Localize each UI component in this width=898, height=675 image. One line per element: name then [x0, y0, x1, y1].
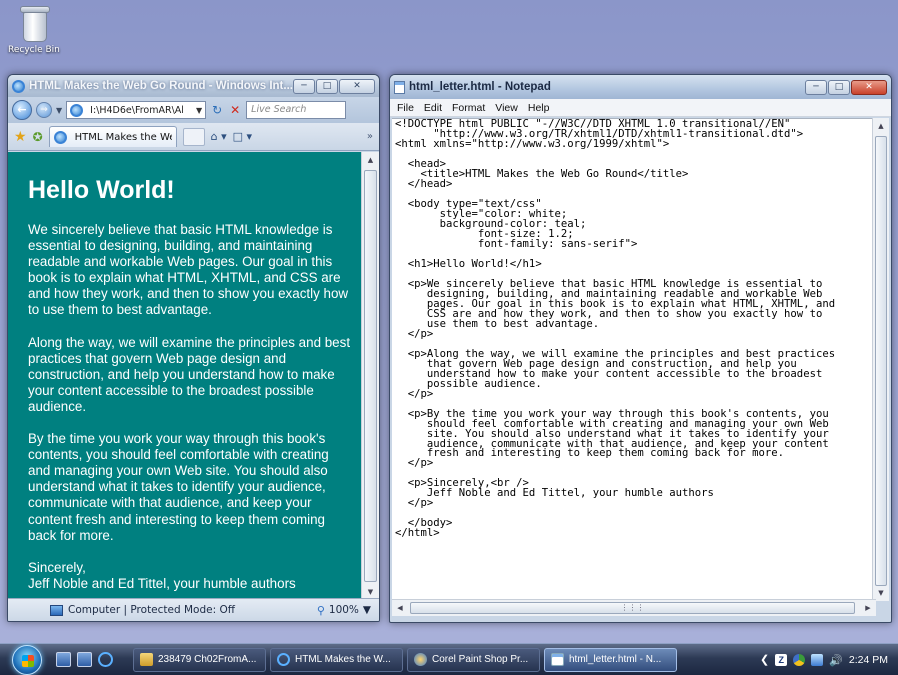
menu-edit[interactable]: Edit [424, 102, 442, 114]
scroll-thumb[interactable] [875, 136, 887, 586]
notepad-window: html_letter.html - Notepad ─ □ ✕ File Ed… [389, 74, 892, 623]
page-paragraph: By the time you work your way through th… [28, 431, 329, 543]
taskbar-button-label: HTML Makes the W... [295, 654, 391, 665]
close-button[interactable]: ✕ [851, 79, 887, 95]
notepad-text-area[interactable]: <!DOCTYPE html PUBLIC "-//W3C//DTD XHTML… [392, 118, 876, 601]
taskbar-buttons: 238479 Ch02FromA... HTML Makes the W... … [133, 647, 677, 672]
menu-view[interactable]: View [495, 102, 518, 114]
start-button[interactable] [12, 644, 42, 675]
tab-page-icon [53, 130, 67, 144]
zoom-level: 100% [328, 604, 359, 616]
scroll-right-icon[interactable]: ▶ [860, 600, 876, 616]
notepad-document-text[interactable]: <!DOCTYPE html PUBLIC "-//W3C//DTD XHTML… [392, 119, 876, 539]
notepad-icon [394, 80, 405, 94]
recycle-bin-icon [18, 4, 52, 44]
notepad-window-title: html_letter.html - Notepad [409, 81, 551, 93]
recycle-bin-label: Recycle Bin [8, 45, 60, 55]
zoom-dropdown-icon[interactable]: ▼ [363, 604, 371, 616]
taskbar: 238479 Ch02FromA... HTML Makes the W... … [0, 643, 898, 675]
scroll-left-icon[interactable]: ◀ [392, 600, 408, 616]
signoff-line: Sincerely, [28, 559, 86, 575]
taskbar-button-label: Corel Paint Shop Pr... [432, 654, 529, 665]
page-icon [70, 103, 84, 117]
show-hidden-icons-icon[interactable]: ❮ [760, 653, 769, 666]
notepad-vertical-scrollbar[interactable]: ▲ ▼ [872, 118, 889, 601]
ie-window-title: HTML Makes the Web Go Round - Windows In… [29, 80, 293, 92]
zoom-control[interactable]: ⚲ 100% ▼ [317, 604, 371, 617]
maximize-button[interactable]: □ [316, 78, 338, 94]
clock[interactable]: 2:24 PM [849, 654, 888, 666]
page-heading: Hello World! [28, 176, 175, 204]
system-tray: ❮ Z 🔊 2:24 PM [760, 653, 898, 667]
menu-format[interactable]: Format [452, 102, 485, 114]
more-commands-chevron-icon[interactable]: » [367, 131, 373, 142]
computer-icon [50, 604, 63, 616]
ie-quick-launch-icon[interactable] [98, 652, 113, 667]
taskbar-button-label: 238479 Ch02FromA... [158, 654, 257, 665]
search-input[interactable]: Live Search [246, 101, 347, 119]
zoom-icon: ⚲ [316, 603, 325, 617]
minimize-button[interactable]: ─ [805, 79, 827, 95]
notepad-horizontal-scrollbar[interactable]: ◀ ⋮⋮⋮ ▶ [392, 599, 876, 616]
ie-titlebar[interactable]: HTML Makes the Web Go Round - Windows In… [8, 75, 379, 97]
scroll-thumb[interactable] [364, 170, 377, 582]
forward-button[interactable]: → [36, 102, 52, 118]
taskbar-button-ie[interactable]: HTML Makes the W... [270, 647, 403, 672]
web-page-content: Hello World! We sincerely believe that b… [8, 152, 363, 600]
new-tab-button[interactable] [182, 127, 205, 146]
tab-current-page[interactable]: HTML Makes the Web G... [48, 126, 177, 147]
messenger-tray-icon[interactable] [793, 653, 806, 666]
signoff-authors: Jeff Noble and Ed Tittel, your humble au… [28, 575, 296, 591]
home-icon[interactable]: ⌂ ▾ [211, 130, 227, 143]
back-button[interactable]: ← [12, 100, 32, 120]
maximize-button[interactable]: □ [828, 79, 850, 95]
security-zone-status[interactable]: Computer | Protected Mode: Off [68, 604, 235, 616]
menu-help[interactable]: Help [528, 102, 550, 114]
horizontal-scroll-thumb[interactable]: ⋮⋮⋮ [410, 602, 855, 614]
ie-vertical-scrollbar[interactable]: ▲ ▼ [361, 152, 379, 600]
taskbar-button-notepad[interactable]: html_letter.html - N... [544, 647, 677, 672]
menu-file[interactable]: File [397, 102, 414, 114]
ie-address-toolbar: ← → ▼ I:\H4D6e\FromAR\Al ▼ ↻ ✕ Live Sear… [8, 97, 379, 123]
ie-icon [277, 653, 290, 666]
favorites-star-icon[interactable]: ★ [14, 129, 27, 145]
address-dropdown-icon[interactable]: ▼ [196, 106, 202, 115]
taskbar-button-label: html_letter.html - N... [569, 654, 662, 665]
page-signoff: Sincerely, Jeff Noble and Ed Tittel, you… [28, 560, 351, 592]
notepad-icon [551, 653, 564, 666]
close-button[interactable]: ✕ [339, 78, 375, 94]
folder-icon [140, 653, 153, 666]
paint-shop-icon [414, 653, 427, 666]
scroll-up-icon[interactable]: ▲ [362, 152, 379, 168]
z-tray-icon[interactable]: Z [775, 653, 788, 666]
feeds-icon[interactable]: □ ▾ [233, 130, 252, 143]
taskbar-button-explorer[interactable]: 238479 Ch02FromA... [133, 647, 266, 672]
recent-pages-dropdown-icon[interactable]: ▼ [56, 106, 62, 115]
notepad-menubar: File Edit Format View Help [390, 99, 891, 117]
ie-tab-toolbar: ★ ✪ HTML Makes the Web G... ⌂ ▾ □ ▾ » [8, 123, 379, 151]
address-bar[interactable]: I:\H4D6e\FromAR\Al ▼ [66, 101, 207, 119]
page-paragraph: We sincerely believe that basic HTML kno… [28, 222, 349, 318]
tab-title: HTML Makes the Web G... [74, 131, 172, 143]
address-input[interactable]: I:\H4D6e\FromAR\Al [90, 105, 193, 116]
volume-icon[interactable]: 🔊 [829, 654, 843, 667]
network-icon[interactable] [811, 653, 824, 666]
recycle-bin[interactable]: Recycle Bin [8, 4, 68, 55]
minimize-button[interactable]: ─ [293, 78, 315, 94]
quick-launch [56, 652, 113, 667]
refresh-icon[interactable]: ↻ [210, 103, 224, 117]
page-paragraph: Along the way, we will examine the princ… [28, 334, 351, 414]
notepad-titlebar[interactable]: html_letter.html - Notepad ─ □ ✕ [390, 75, 891, 99]
switch-windows-icon[interactable] [77, 652, 92, 667]
scroll-up-icon[interactable]: ▲ [873, 118, 889, 134]
taskbar-button-paint-shop[interactable]: Corel Paint Shop Pr... [407, 647, 540, 672]
add-favorites-icon[interactable]: ✪ [33, 130, 43, 144]
windows-logo-icon [22, 654, 34, 667]
ie-window: HTML Makes the Web Go Round - Windows In… [7, 74, 380, 622]
ie-icon [12, 79, 25, 93]
stop-icon[interactable]: ✕ [228, 103, 242, 117]
ie-status-bar: Computer | Protected Mode: Off ⚲ 100% ▼ [8, 598, 379, 621]
show-desktop-icon[interactable] [56, 652, 71, 667]
